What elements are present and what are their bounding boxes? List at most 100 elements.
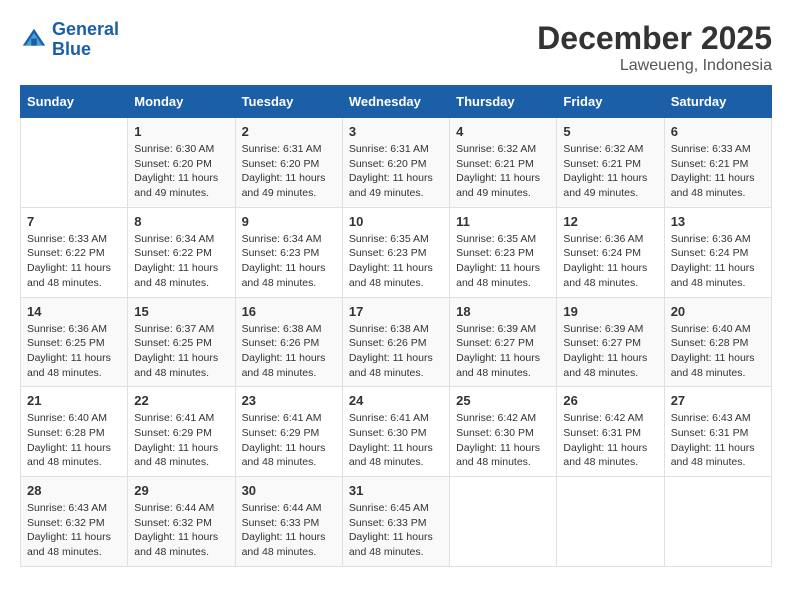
day-number: 8 xyxy=(134,214,228,229)
calendar-cell: 31Sunrise: 6:45 AM Sunset: 6:33 PM Dayli… xyxy=(342,477,449,567)
calendar-cell: 12 Sunrise: 6:36 AM Sunset: 6:24 PM Dayli… xyxy=(557,207,664,297)
weekday-header: Tuesday xyxy=(235,86,342,118)
calendar-cell: 3 Sunrise: 6:31 AM Sunset: 6:20 PM Daylig… xyxy=(342,118,449,208)
day-info: Sunrise: 6:43 AM Sunset: 6:32 PM Dayligh… xyxy=(27,501,121,560)
calendar-cell xyxy=(450,477,557,567)
logo-text: GeneralBlue xyxy=(52,20,119,60)
calendar-cell: 23Sunrise: 6:41 AM Sunset: 6:29 PM Dayli… xyxy=(235,387,342,477)
calendar-cell: 18 Sunrise: 6:39 AM Sunset: 6:27 PM Dayli… xyxy=(450,297,557,387)
day-info: Sunrise: 6:35 AM Sunset: 6:23 PM Dayligh… xyxy=(349,232,443,291)
calendar-cell: 28Sunrise: 6:43 AM Sunset: 6:32 PM Dayli… xyxy=(21,477,128,567)
calendar-cell: 27 Sunrise: 6:43 AM Sunset: 6:31 PM Dayli… xyxy=(664,387,771,477)
calendar-cell: 26 Sunrise: 6:42 AM Sunset: 6:31 PM Dayli… xyxy=(557,387,664,477)
day-info: Sunrise: 6:34 AM Sunset: 6:23 PM Dayligh… xyxy=(242,232,336,291)
page-header: GeneralBlue December 2025 Laweueng, Indo… xyxy=(20,20,772,75)
day-info: Sunrise: 6:43 AM Sunset: 6:31 PM Dayligh… xyxy=(671,411,765,470)
day-number: 18 xyxy=(456,304,550,319)
day-info: Sunrise: 6:37 AM Sunset: 6:25 PM Dayligh… xyxy=(134,322,228,381)
day-number: 27 xyxy=(671,393,765,408)
day-info: Sunrise: 6:39 AM Sunset: 6:27 PM Dayligh… xyxy=(563,322,657,381)
weekday-header: Sunday xyxy=(21,86,128,118)
day-number: 10 xyxy=(349,214,443,229)
day-number: 30 xyxy=(242,483,336,498)
day-number: 21 xyxy=(27,393,121,408)
day-number: 3 xyxy=(349,124,443,139)
day-number: 13 xyxy=(671,214,765,229)
calendar-week-row: 28Sunrise: 6:43 AM Sunset: 6:32 PM Dayli… xyxy=(21,477,772,567)
logo-icon xyxy=(20,26,48,54)
day-info: Sunrise: 6:42 AM Sunset: 6:31 PM Dayligh… xyxy=(563,411,657,470)
day-info: Sunrise: 6:38 AM Sunset: 6:26 PM Dayligh… xyxy=(242,322,336,381)
day-number: 17 xyxy=(349,304,443,319)
day-info: Sunrise: 6:44 AM Sunset: 6:32 PM Dayligh… xyxy=(134,501,228,560)
day-number: 31 xyxy=(349,483,443,498)
calendar-cell: 25 Sunrise: 6:42 AM Sunset: 6:30 PM Dayli… xyxy=(450,387,557,477)
day-info: Sunrise: 6:41 AM Sunset: 6:29 PM Dayligh… xyxy=(242,411,336,470)
weekday-header: Friday xyxy=(557,86,664,118)
calendar-cell: 29 Sunrise: 6:44 AM Sunset: 6:32 PM Dayli… xyxy=(128,477,235,567)
weekday-header: Thursday xyxy=(450,86,557,118)
day-info: Sunrise: 6:30 AM Sunset: 6:20 PM Dayligh… xyxy=(134,142,228,201)
day-number: 9 xyxy=(242,214,336,229)
day-number: 12 xyxy=(563,214,657,229)
weekday-header: Saturday xyxy=(664,86,771,118)
day-number: 7 xyxy=(27,214,121,229)
day-info: Sunrise: 6:32 AM Sunset: 6:21 PM Dayligh… xyxy=(563,142,657,201)
day-number: 24 xyxy=(349,393,443,408)
calendar-cell: 9 Sunrise: 6:34 AM Sunset: 6:23 PM Daylig… xyxy=(235,207,342,297)
day-info: Sunrise: 6:39 AM Sunset: 6:27 PM Dayligh… xyxy=(456,322,550,381)
day-number: 22 xyxy=(134,393,228,408)
day-info: Sunrise: 6:36 AM Sunset: 6:24 PM Dayligh… xyxy=(671,232,765,291)
calendar-cell: 1 Sunrise: 6:30 AM Sunset: 6:20 PM Daylig… xyxy=(128,118,235,208)
calendar-week-row: 21 Sunrise: 6:40 AM Sunset: 6:28 PM Dayli… xyxy=(21,387,772,477)
calendar-cell: 21 Sunrise: 6:40 AM Sunset: 6:28 PM Dayli… xyxy=(21,387,128,477)
weekday-header: Monday xyxy=(128,86,235,118)
calendar-cell xyxy=(21,118,128,208)
day-number: 20 xyxy=(671,304,765,319)
day-number: 15 xyxy=(134,304,228,319)
day-info: Sunrise: 6:38 AM Sunset: 6:26 PM Dayligh… xyxy=(349,322,443,381)
calendar-body: 1 Sunrise: 6:30 AM Sunset: 6:20 PM Daylig… xyxy=(21,118,772,567)
day-number: 5 xyxy=(563,124,657,139)
calendar-cell: 24Sunrise: 6:41 AM Sunset: 6:30 PM Dayli… xyxy=(342,387,449,477)
day-info: Sunrise: 6:42 AM Sunset: 6:30 PM Dayligh… xyxy=(456,411,550,470)
title-block: December 2025 Laweueng, Indonesia xyxy=(537,20,772,75)
day-info: Sunrise: 6:44 AM Sunset: 6:33 PM Dayligh… xyxy=(242,501,336,560)
day-info: Sunrise: 6:33 AM Sunset: 6:22 PM Dayligh… xyxy=(27,232,121,291)
day-number: 6 xyxy=(671,124,765,139)
location-title: Laweueng, Indonesia xyxy=(537,57,772,75)
weekday-row: SundayMondayTuesdayWednesdayThursdayFrid… xyxy=(21,86,772,118)
month-title: December 2025 xyxy=(537,20,772,57)
calendar-week-row: 1 Sunrise: 6:30 AM Sunset: 6:20 PM Daylig… xyxy=(21,118,772,208)
day-info: Sunrise: 6:41 AM Sunset: 6:29 PM Dayligh… xyxy=(134,411,228,470)
day-number: 26 xyxy=(563,393,657,408)
calendar-cell: 19 Sunrise: 6:39 AM Sunset: 6:27 PM Dayli… xyxy=(557,297,664,387)
day-number: 19 xyxy=(563,304,657,319)
day-info: Sunrise: 6:36 AM Sunset: 6:25 PM Dayligh… xyxy=(27,322,121,381)
calendar-cell: 16 Sunrise: 6:38 AM Sunset: 6:26 PM Dayli… xyxy=(235,297,342,387)
calendar-cell xyxy=(557,477,664,567)
day-number: 16 xyxy=(242,304,336,319)
calendar-week-row: 14Sunrise: 6:36 AM Sunset: 6:25 PM Dayli… xyxy=(21,297,772,387)
day-info: Sunrise: 6:34 AM Sunset: 6:22 PM Dayligh… xyxy=(134,232,228,291)
calendar-cell: 13 Sunrise: 6:36 AM Sunset: 6:24 PM Dayli… xyxy=(664,207,771,297)
calendar-cell: 4Sunrise: 6:32 AM Sunset: 6:21 PM Daylig… xyxy=(450,118,557,208)
day-info: Sunrise: 6:40 AM Sunset: 6:28 PM Dayligh… xyxy=(671,322,765,381)
calendar-cell: 14Sunrise: 6:36 AM Sunset: 6:25 PM Dayli… xyxy=(21,297,128,387)
day-info: Sunrise: 6:33 AM Sunset: 6:21 PM Dayligh… xyxy=(671,142,765,201)
calendar-header: SundayMondayTuesdayWednesdayThursdayFrid… xyxy=(21,86,772,118)
day-number: 29 xyxy=(134,483,228,498)
day-info: Sunrise: 6:36 AM Sunset: 6:24 PM Dayligh… xyxy=(563,232,657,291)
day-info: Sunrise: 6:31 AM Sunset: 6:20 PM Dayligh… xyxy=(349,142,443,201)
weekday-header: Wednesday xyxy=(342,86,449,118)
calendar-cell: 20 Sunrise: 6:40 AM Sunset: 6:28 PM Dayli… xyxy=(664,297,771,387)
day-number: 1 xyxy=(134,124,228,139)
calendar-cell: 11Sunrise: 6:35 AM Sunset: 6:23 PM Dayli… xyxy=(450,207,557,297)
day-info: Sunrise: 6:40 AM Sunset: 6:28 PM Dayligh… xyxy=(27,411,121,470)
calendar-week-row: 7 Sunrise: 6:33 AM Sunset: 6:22 PM Daylig… xyxy=(21,207,772,297)
calendar-cell: 10 Sunrise: 6:35 AM Sunset: 6:23 PM Dayli… xyxy=(342,207,449,297)
calendar-cell: 8 Sunrise: 6:34 AM Sunset: 6:22 PM Daylig… xyxy=(128,207,235,297)
calendar-cell: 17 Sunrise: 6:38 AM Sunset: 6:26 PM Dayli… xyxy=(342,297,449,387)
day-number: 2 xyxy=(242,124,336,139)
day-number: 25 xyxy=(456,393,550,408)
